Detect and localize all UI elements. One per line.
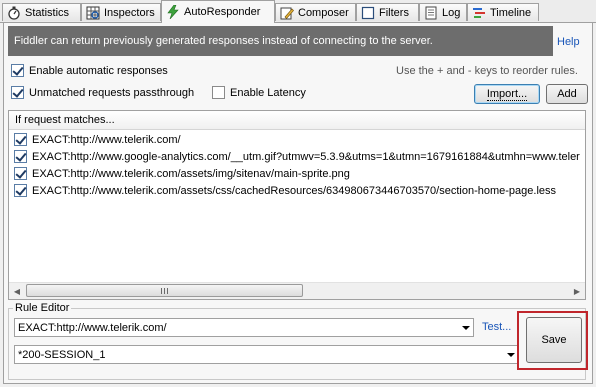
tab-composer[interactable]: Composer	[275, 3, 356, 21]
list-item[interactable]: EXACT:http://www.google-analytics.com/__…	[9, 148, 585, 165]
tab-log-label: Log	[442, 6, 461, 19]
scroll-left-icon[interactable]: ◀	[9, 283, 25, 299]
list-item[interactable]: EXACT:http://www.telerik.com/assets/css/…	[9, 182, 585, 199]
tab-strip: Statistics Inspectors AutoResponder Comp…	[0, 0, 596, 23]
match-value: EXACT:http://www.telerik.com/	[18, 321, 167, 334]
tab-statistics-label: Statistics	[25, 6, 70, 19]
lightning-icon	[166, 4, 180, 20]
tab-autoresponder-label: AutoResponder	[184, 6, 261, 18]
list-item[interactable]: EXACT:http://www.telerik.com/assets/img/…	[9, 165, 585, 182]
rule-checkbox[interactable]	[14, 184, 27, 197]
chevron-down-icon[interactable]	[507, 353, 515, 357]
tab-inspectors[interactable]: Inspectors	[81, 3, 161, 21]
action-value: *200-SESSION_1	[18, 348, 106, 361]
rules-list[interactable]: If request matches... EXACT:http://www.t…	[8, 110, 586, 300]
help-link[interactable]: Help	[557, 36, 580, 48]
action-combobox[interactable]: *200-SESSION_1	[14, 345, 519, 364]
rule-text: EXACT:http://www.telerik.com/	[32, 133, 181, 146]
enable-auto-label: Enable automatic responses	[29, 64, 168, 77]
add-button[interactable]: Add	[546, 84, 588, 104]
scroll-right-icon[interactable]: ▶	[569, 283, 585, 299]
document-icon	[424, 6, 438, 20]
unmatched-label: Unmatched requests passthrough	[29, 86, 195, 99]
reorder-hint: Use the + and - keys to reorder rules.	[396, 65, 578, 77]
import-button-label: Import...	[486, 87, 528, 101]
timeline-icon	[472, 6, 486, 20]
match-combobox[interactable]: EXACT:http://www.telerik.com/	[14, 318, 474, 337]
tab-statistics[interactable]: Statistics	[2, 3, 81, 21]
rule-text: EXACT:http://www.telerik.com/assets/img/…	[32, 167, 350, 180]
rules-header-label: If request matches...	[15, 114, 115, 126]
info-banner-text: Fiddler can return previously generated …	[14, 35, 433, 47]
rule-checkbox[interactable]	[14, 167, 27, 180]
tab-autoresponder[interactable]: AutoResponder	[161, 0, 275, 23]
rule-text: EXACT:http://www.google-analytics.com/__…	[32, 150, 580, 163]
list-item[interactable]: EXACT:http://www.telerik.com/	[9, 131, 585, 148]
enable-auto-checkbox[interactable]	[11, 64, 24, 77]
rule-checkbox[interactable]	[14, 133, 27, 146]
rule-text: EXACT:http://www.telerik.com/assets/css/…	[32, 184, 557, 197]
checkbox-icon	[361, 6, 375, 20]
import-button[interactable]: Import...	[474, 84, 540, 104]
info-banner: Fiddler can return previously generated …	[8, 26, 553, 56]
enable-auto-option[interactable]: Enable automatic responses	[11, 64, 168, 77]
inspect-grid-icon	[86, 6, 100, 20]
rules-list-header[interactable]: If request matches...	[9, 111, 585, 130]
stopwatch-icon	[7, 6, 21, 20]
test-link[interactable]: Test...	[482, 321, 511, 333]
latency-option[interactable]: Enable Latency	[212, 86, 306, 99]
tab-timeline-label: Timeline	[490, 6, 532, 19]
tab-timeline[interactable]: Timeline	[467, 3, 539, 21]
unmatched-option[interactable]: Unmatched requests passthrough	[11, 86, 194, 99]
tab-log[interactable]: Log	[419, 3, 467, 21]
unmatched-checkbox[interactable]	[11, 86, 24, 99]
scrollbar-thumb[interactable]	[26, 284, 303, 297]
tab-composer-label: Composer	[298, 6, 349, 19]
latency-checkbox[interactable]	[212, 86, 225, 99]
horizontal-scrollbar[interactable]: ◀ ▶	[9, 282, 585, 299]
chevron-down-icon[interactable]	[462, 326, 470, 330]
rule-checkbox[interactable]	[14, 150, 27, 163]
tab-filters[interactable]: Filters	[356, 3, 419, 21]
save-highlight-box	[517, 311, 588, 370]
tab-inspectors-label: Inspectors	[104, 6, 155, 19]
tab-filters-label: Filters	[379, 6, 409, 19]
rule-editor-title: Rule Editor	[13, 302, 72, 314]
pencil-icon	[280, 6, 294, 20]
add-button-label: Add	[557, 88, 577, 100]
latency-label: Enable Latency	[230, 86, 306, 99]
